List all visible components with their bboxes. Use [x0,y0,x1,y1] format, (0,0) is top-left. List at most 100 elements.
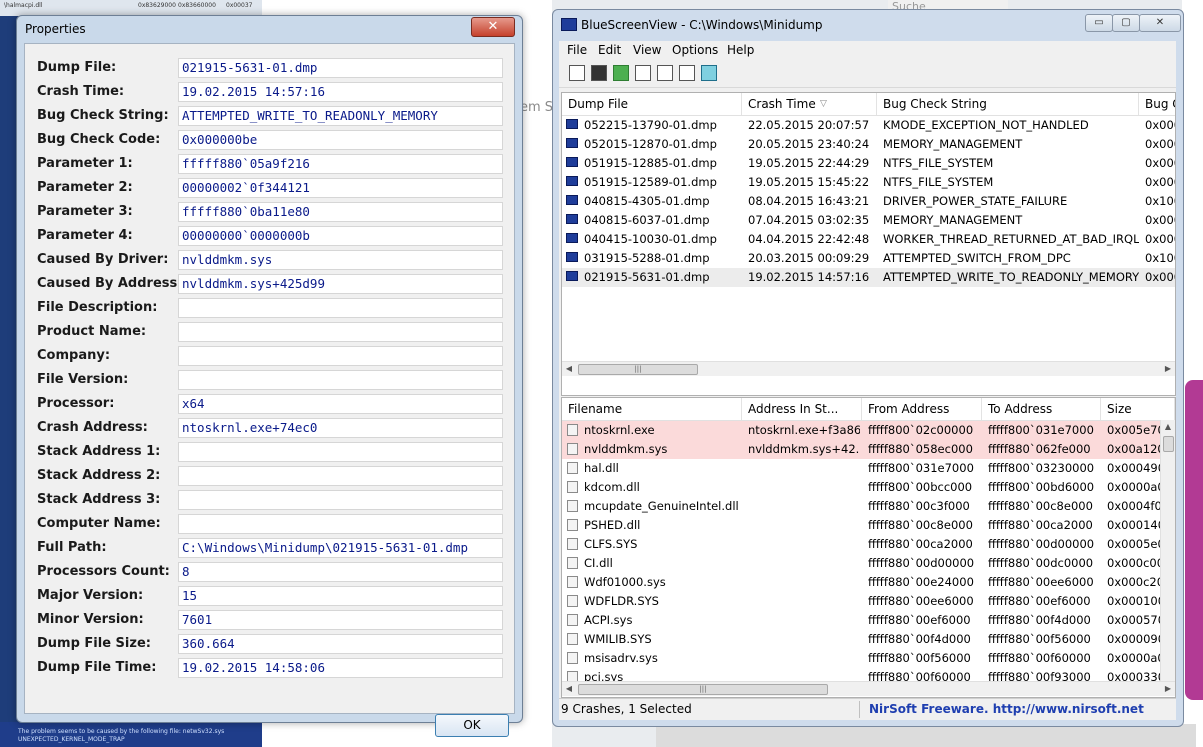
menu-view[interactable]: View [633,43,661,57]
scroll-thumb[interactable]: ||| [578,364,698,375]
crash-row[interactable]: 051915-12589-01.dmp 19.05.2015 15:45:22 NT… [562,173,1175,192]
property-value[interactable]: 00000000`0000000b [178,226,503,246]
property-value[interactable] [178,370,503,390]
property-value[interactable]: 19.02.2015 14:58:06 [178,658,503,678]
module-list-hscrollbar[interactable]: ◀ ||| ▶ [562,681,1175,696]
crash-cell: 0x00000 [1145,156,1175,170]
property-row: File Description: [37,298,507,318]
dump-file-icon [566,233,578,243]
column-to-address[interactable]: To Address [982,398,1101,420]
crash-row[interactable]: 052215-13790-01.dmp 22.05.2015 20:07:57 KM… [562,116,1175,135]
property-value[interactable]: C:\Windows\Minidump\021915-5631-01.dmp [178,538,503,558]
module-row[interactable]: WDFLDR.SYS fffff880`00ee6000 fffff880`00ef… [562,592,1175,611]
property-value[interactable]: fffff880`05a9f216 [178,154,503,174]
property-label: Bug Check Code: [37,132,161,147]
menu-edit[interactable]: Edit [598,43,621,57]
nirsoft-link[interactable]: NirSoft Freeware. http://www.nirsoft.net [869,702,1144,716]
property-value[interactable]: 360.664 [178,634,503,654]
property-value[interactable] [178,490,503,510]
minimize-button[interactable]: ▭ [1085,14,1113,32]
menu-file[interactable]: File [567,43,587,57]
module-row[interactable]: hal.dll fffff800`031e7000 fffff800`0323000… [562,459,1175,478]
property-value[interactable]: fffff880`0ba11e80 [178,202,503,222]
module-row[interactable]: mcupdate_GenuineIntel.dll fffff880`00c3f0… [562,497,1175,516]
status-crash-count: 9 Crashes, 1 Selected [561,702,692,716]
refresh-icon[interactable] [613,65,629,81]
ok-button[interactable]: OK [435,714,509,737]
find-icon[interactable] [679,65,695,81]
module-cell: CI.dll [584,556,613,570]
module-row[interactable]: Wdf01000.sys fffff880`00e24000 fffff880`00… [562,573,1175,592]
property-value[interactable]: ntoskrnl.exe+74ec0 [178,418,503,438]
scroll-up-icon[interactable]: ▲ [1161,420,1175,434]
property-value[interactable]: 0x000000be [178,130,503,150]
property-value[interactable] [178,514,503,534]
report-icon[interactable] [657,65,673,81]
module-cell: fffff880`00f4d000 [988,613,1091,627]
close-button[interactable]: ✕ [1139,14,1181,32]
crash-row[interactable]: 021915-5631-01.dmp 19.02.2015 14:57:16 ATT… [562,268,1175,287]
module-list-vscrollbar[interactable]: ▲ [1160,420,1175,683]
scroll-left-icon[interactable]: ◀ [562,682,576,696]
module-row[interactable]: WMILIB.SYS fffff880`00f4d000 fffff880`00f5… [562,630,1175,649]
column-crash-time[interactable]: Crash Time ▽ [742,93,877,115]
property-row: Full Path: C:\Windows\Minidump\021915-563… [37,538,507,558]
copy-icon[interactable] [635,65,651,81]
scroll-right-icon[interactable]: ▶ [1161,362,1175,376]
property-value[interactable]: 00000002`0f344121 [178,178,503,198]
property-value[interactable]: 8 [178,562,503,582]
column-from-address[interactable]: From Address [862,398,982,420]
menu-options[interactable]: Options [672,43,718,57]
module-row[interactable]: PSHED.dll fffff880`00c8e000 fffff880`00ca2… [562,516,1175,535]
property-value[interactable]: ATTEMPTED_WRITE_TO_READONLY_MEMORY [178,106,503,126]
property-value[interactable] [178,346,503,366]
column-address-in-stack[interactable]: Address In St... [742,398,862,420]
properties-icon[interactable] [569,65,585,81]
module-row[interactable]: CI.dll fffff880`00d00000 fffff880`00dc0000… [562,554,1175,573]
property-label: Computer Name: [37,516,161,531]
crash-row[interactable]: 052015-12870-01.dmp 20.05.2015 23:40:24 ME… [562,135,1175,154]
module-row[interactable]: ntoskrnl.exe ntoskrnl.exe+f3a86 fffff800`0… [562,421,1175,440]
column-size[interactable]: Size [1101,398,1175,420]
crash-row[interactable]: 031915-5288-01.dmp 20.03.2015 00:09:29 ATT… [562,249,1175,268]
crash-list-hscrollbar[interactable]: ◀ ||| ▶ [562,361,1175,376]
module-row[interactable]: nvlddmkm.sys nvlddmkm.sys+42... fffff880`0… [562,440,1175,459]
module-cell: fffff880`00d00000 [988,537,1095,551]
property-value[interactable]: nvlddmkm.sys+425d99 [178,274,503,294]
property-value[interactable]: 15 [178,586,503,606]
maximize-button[interactable]: ▢ [1112,14,1140,32]
crash-cell: KMODE_EXCEPTION_NOT_HANDLED [883,118,1089,132]
background-text: 0x83629000 [138,2,176,9]
crash-row[interactable]: 040815-6037-01.dmp 07.04.2015 03:02:35 MEM… [562,211,1175,230]
scroll-thumb[interactable]: ||| [578,684,828,695]
property-value[interactable]: nvlddmkm.sys [178,250,503,270]
scroll-right-icon[interactable]: ▶ [1161,682,1175,696]
menu-help[interactable]: Help [727,43,754,57]
column-dump-file[interactable]: Dump File [562,93,742,115]
column-bug-check-string[interactable]: Bug Check String [877,93,1139,115]
module-cell: ntoskrnl.exe+f3a86 [748,423,860,437]
module-row[interactable]: ACPI.sys fffff880`00ef6000 fffff880`00f4d0… [562,611,1175,630]
scroll-left-icon[interactable]: ◀ [562,362,576,376]
module-row[interactable]: CLFS.SYS fffff880`00ca2000 fffff880`00d000… [562,535,1175,554]
property-value[interactable] [178,442,503,462]
crash-cell: MEMORY_MANAGEMENT [883,213,1023,227]
module-row[interactable]: kdcom.dll fffff800`00bcc000 fffff800`00bd6… [562,478,1175,497]
crash-row[interactable]: 040415-10030-01.dmp 04.04.2015 22:42:48 WO… [562,230,1175,249]
exit-icon[interactable] [701,65,717,81]
column-filename[interactable]: Filename [562,398,742,420]
module-row[interactable]: msisadrv.sys fffff880`00f56000 fffff880`00… [562,649,1175,668]
vscroll-thumb[interactable] [1163,436,1174,452]
column-bug-check-code[interactable]: Bug Ch [1139,93,1175,115]
save-icon[interactable] [591,65,607,81]
property-value[interactable]: x64 [178,394,503,414]
crash-row[interactable]: 040815-4305-01.dmp 08.04.2015 16:43:21 DRI… [562,192,1175,211]
property-value[interactable] [178,322,503,342]
property-value[interactable]: 19.02.2015 14:57:16 [178,82,503,102]
crash-row[interactable]: 051915-12885-01.dmp 19.05.2015 22:44:29 NT… [562,154,1175,173]
property-value[interactable]: 021915-5631-01.dmp [178,58,503,78]
property-value[interactable] [178,298,503,318]
property-value[interactable]: 7601 [178,610,503,630]
property-value[interactable] [178,466,503,486]
properties-close-button[interactable]: ✕ [471,17,515,37]
